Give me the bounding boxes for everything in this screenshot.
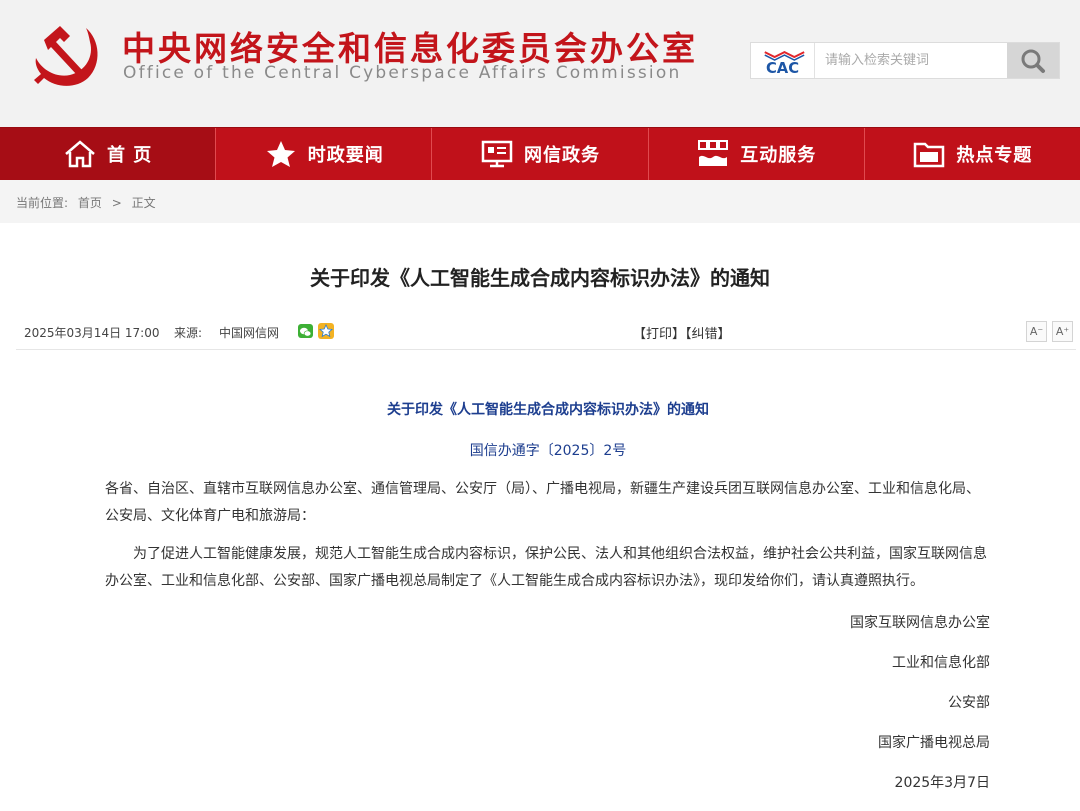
- body-paragraph: 为了促进人工智能健康发展，规范人工智能生成合成内容标识，保护公民、法人和其他组织…: [105, 546, 987, 589]
- nav-label: 网信政务: [524, 145, 600, 166]
- font-decrease-button[interactable]: A⁻: [1026, 321, 1047, 342]
- breadcrumb-label: 当前位置:: [16, 196, 69, 210]
- monitor-icon: [480, 139, 514, 169]
- article-title: 关于印发《人工智能生成合成内容标识办法》的通知: [310, 266, 770, 290]
- cac-logo: CAC: [764, 43, 815, 78]
- breadcrumb: 当前位置: 首页 > 正文: [16, 194, 162, 211]
- publish-date: 2025年03月14日 17:00: [24, 326, 160, 340]
- nav-item-home[interactable]: 首 页: [0, 128, 217, 180]
- source-name: 中国网信网: [219, 326, 280, 340]
- addressee-paragraph: 各省、自治区、直辖市互联网信息办公室、通信管理局、公安厅（局）、广播电视局，新疆…: [105, 481, 980, 524]
- nav-label: 时政要闻: [307, 145, 384, 166]
- site-subtitle: Office of the Central Cyberspace Affairs…: [123, 63, 682, 83]
- print-correct-links[interactable]: 【打印】【纠错】: [633, 323, 731, 342]
- nav-label: 热点专题: [956, 145, 1033, 166]
- nav-label: 互动服务: [740, 145, 817, 166]
- breadcrumb-bar: 当前位置: 首页 > 正文: [0, 180, 1080, 223]
- signature-date: 2025年3月7日: [894, 775, 990, 791]
- main-nav: 首 页 时政要闻 网信政务 互动服务 热点专题: [0, 127, 1080, 180]
- breadcrumb-home-link[interactable]: 首页: [78, 196, 102, 210]
- document-number: 国信办通字〔2025〕2号: [469, 443, 627, 459]
- search-button[interactable]: [1007, 43, 1059, 78]
- svg-text:CAC: CAC: [766, 60, 799, 77]
- star-icon: [264, 139, 298, 169]
- signature-line: 工业和信息化部: [892, 655, 990, 671]
- article-meta: 2025年03月14日 17:00 来源: 中国网信网 【打印】【纠错】 A⁻ …: [16, 314, 1076, 350]
- font-increase-button[interactable]: A⁺: [1052, 321, 1073, 342]
- nav-item-topics[interactable]: 热点专题: [865, 128, 1080, 180]
- home-icon: [63, 139, 97, 169]
- document-title: 关于印发《人工智能生成合成内容标识办法》的通知: [387, 402, 709, 418]
- qzone-share-icon[interactable]: [318, 323, 334, 339]
- search-box: CAC: [750, 42, 1060, 79]
- signature-line: 公安部: [948, 695, 990, 711]
- breadcrumb-current: 正文: [131, 196, 156, 210]
- party-emblem-logo[interactable]: [34, 20, 104, 90]
- folder-icon: [912, 139, 946, 169]
- breadcrumb-separator: >: [111, 196, 122, 210]
- site-header: 中央网络安全和信息化委员会办公室 Office of the Central C…: [0, 0, 1080, 127]
- nav-item-interaction[interactable]: 互动服务: [649, 128, 865, 180]
- nav-item-government[interactable]: 网信政务: [432, 128, 649, 180]
- search-icon: [1021, 49, 1045, 73]
- handshake-icon: [696, 139, 730, 169]
- wechat-share-icon[interactable]: [298, 324, 313, 338]
- signature-line: 国家广播电视总局: [878, 735, 990, 751]
- signature-line: 国家互联网信息办公室: [850, 615, 990, 631]
- source-label: 来源:: [174, 326, 203, 340]
- nav-item-news[interactable]: 时政要闻: [216, 128, 433, 180]
- search-input[interactable]: [816, 43, 1008, 78]
- nav-label: 首 页: [106, 145, 153, 166]
